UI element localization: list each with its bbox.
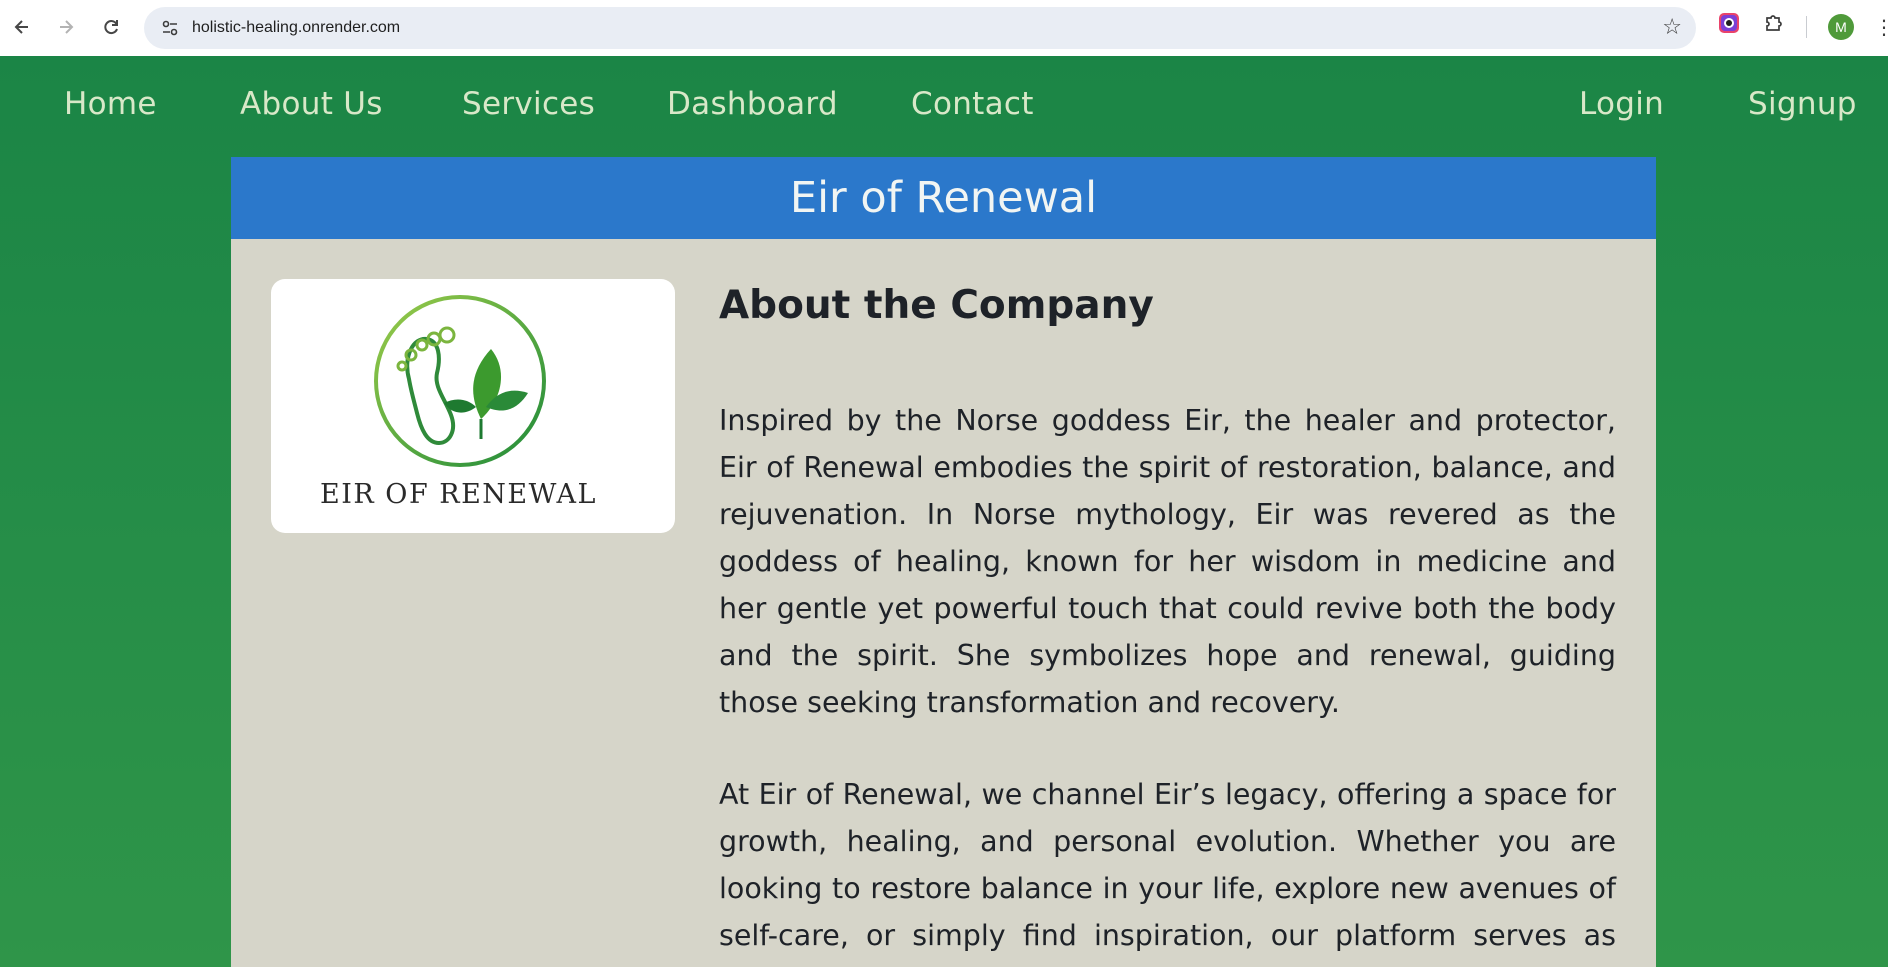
site-navbar: Home About Us Services Dashboard Contact… (0, 56, 1888, 156)
nav-contact-link[interactable]: Contact (911, 86, 1034, 122)
site-settings-icon[interactable] (156, 14, 184, 42)
toolbar-divider (1806, 16, 1807, 38)
puzzle-icon[interactable] (1763, 12, 1785, 38)
nav-about-link[interactable]: About Us (240, 86, 383, 122)
star-icon[interactable]: ☆ (1662, 15, 1682, 41)
about-paragraph-1: Inspired by the Norse goddess Eir, the h… (719, 404, 1616, 719)
company-logo: EIR OF RENEWAL (271, 279, 675, 533)
extension-color-icon[interactable] (1718, 12, 1740, 38)
forward-arrow-icon[interactable] (44, 5, 88, 49)
about-panel: Eir of Renewal EIR OF RENEWAL About the … (231, 157, 1656, 967)
section-heading: About the Company (719, 283, 1154, 328)
page-background: Home About Us Services Dashboard Contact… (0, 56, 1888, 967)
logo-wordmark: EIR OF RENEWAL (320, 479, 597, 510)
back-arrow-icon[interactable] (0, 5, 44, 49)
foot-leaf-logo-icon (374, 295, 546, 467)
panel-header: Eir of Renewal (231, 157, 1656, 239)
browser-toolbar: holistic-healing.onrender.com ☆ M ⋮ (0, 0, 1888, 56)
nav-signup-link[interactable]: Signup (1748, 86, 1857, 122)
nav-home-link[interactable]: Home (64, 86, 157, 122)
about-section: About the Company Inspired by the Norse … (719, 279, 1616, 967)
nav-login-link[interactable]: Login (1579, 86, 1664, 122)
about-paragraph-2: At Eir of Renewal, we channel Eir’s lega… (719, 778, 1616, 967)
nav-dashboard-link[interactable]: Dashboard (667, 86, 838, 122)
url-text: holistic-healing.onrender.com (192, 19, 401, 36)
nav-services-link[interactable]: Services (462, 86, 595, 122)
avatar[interactable]: M (1828, 14, 1854, 40)
reload-icon[interactable] (89, 5, 133, 49)
kebab-menu-icon[interactable]: ⋮ (1874, 14, 1888, 40)
page-title: Eir of Renewal (789, 173, 1098, 223)
address-bar[interactable]: holistic-healing.onrender.com ☆ (144, 7, 1696, 49)
